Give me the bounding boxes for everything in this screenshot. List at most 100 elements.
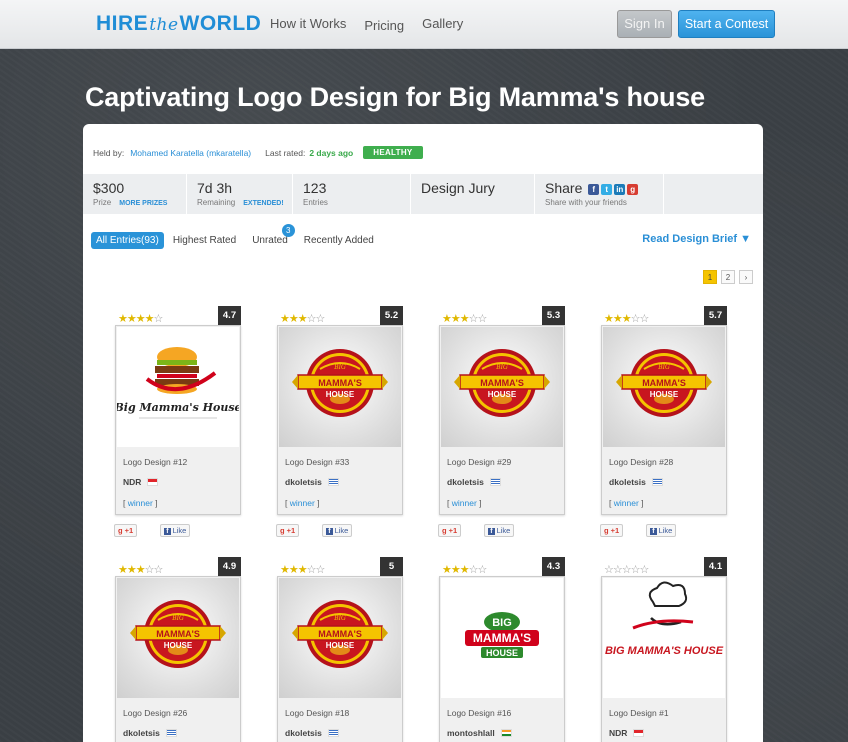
entry-title: Logo Design #12 bbox=[123, 457, 188, 467]
country-flag-icon bbox=[327, 478, 339, 486]
svg-text:HOUSE: HOUSE bbox=[486, 648, 518, 658]
linkedin-share-icon[interactable]: in bbox=[614, 183, 626, 195]
entry-info: Logo Design #26 dkoletsis bbox=[123, 708, 187, 738]
entry-title: Logo Design #18 bbox=[285, 708, 350, 718]
page-2-button[interactable]: 2 bbox=[721, 270, 735, 284]
country-flag-icon bbox=[500, 729, 512, 737]
facebook-like-button[interactable]: f Like bbox=[160, 524, 191, 537]
logo-thumbnail[interactable]: BIG MAMMA'S HOUSE bbox=[441, 578, 563, 698]
svg-text:HOUSE: HOUSE bbox=[164, 641, 193, 650]
stat-jury[interactable]: Design Jury bbox=[411, 174, 535, 214]
nav-pricing[interactable]: Pricing bbox=[364, 18, 404, 33]
facebook-share-icon[interactable]: f bbox=[588, 183, 600, 195]
read-design-brief-link[interactable]: Read Design Brief ▼ bbox=[642, 233, 751, 245]
contest-stats-bar: $300 Prize MORE PRIZES 7d 3h Remaining EXT… bbox=[83, 174, 763, 214]
winner-link[interactable]: [ winner ] bbox=[447, 498, 511, 508]
page-1-button[interactable]: 1 bbox=[703, 270, 717, 284]
svg-text:MAMMA'S: MAMMA'S bbox=[318, 629, 362, 639]
logo-thumbnail[interactable]: Big Mamma's House bbox=[113, 327, 242, 447]
entry-frame: BIG MAMMA'S HOUSE Logo Design #33 dkolet… bbox=[277, 325, 403, 515]
top-navigation-bar: HIREtheWORLD How it Works Pricing Galler… bbox=[0, 0, 848, 49]
remaining-value: 7d 3h bbox=[197, 180, 233, 196]
entry-frame: BIG MAMMA'S HOUSE Logo Design #16 montos… bbox=[439, 576, 565, 742]
score-badge: 4.9 bbox=[218, 557, 241, 576]
facebook-like-button[interactable]: f Like bbox=[646, 524, 677, 537]
rating-stars[interactable]: ★★★☆☆ bbox=[280, 312, 325, 325]
logo-thumbnail[interactable]: BIG MAMMA'S HOUSE bbox=[279, 327, 401, 447]
logo-thumbnail[interactable]: BIG MAMMA'S HOUSE bbox=[603, 578, 725, 698]
pagination: 1 2 › bbox=[703, 270, 753, 284]
score-badge: 5.3 bbox=[542, 306, 565, 325]
rating-stars[interactable]: ★★★☆☆ bbox=[442, 563, 487, 576]
logo-thumbnail[interactable]: BIG MAMMA'S HOUSE bbox=[603, 327, 725, 447]
svg-text:BIG: BIG bbox=[171, 615, 184, 622]
winner-link[interactable]: [ winner ] bbox=[285, 498, 349, 508]
main-nav: How it Works Pricing Gallery bbox=[270, 16, 481, 33]
rating-stars[interactable]: ★★★☆☆ bbox=[118, 563, 163, 576]
holder-link[interactable]: Mohamed Karatella (mkaratella) bbox=[130, 148, 251, 158]
logo-the-text: the bbox=[149, 15, 179, 35]
entry-author[interactable]: dkoletsis bbox=[123, 728, 160, 738]
country-flag-icon bbox=[489, 478, 501, 486]
entry-author[interactable]: dkoletsis bbox=[285, 477, 322, 487]
entry-frame: BIG MAMMA'S HOUSE Logo Design #1 NDR bbox=[601, 576, 727, 742]
page-title: Captivating Logo Design for Big Mamma's … bbox=[85, 82, 705, 112]
rating-stars[interactable]: ★★★☆☆ bbox=[442, 312, 487, 325]
logo-world-text: WORLD bbox=[179, 12, 262, 35]
stat-share: Share f t in g Share with your friends bbox=[535, 174, 664, 214]
rating-stars[interactable]: ★★★☆☆ bbox=[604, 312, 649, 325]
entry-author[interactable]: NDR bbox=[609, 728, 627, 738]
google-plus-share-icon[interactable]: g bbox=[627, 183, 639, 195]
entry-info: Logo Design #33 dkoletsis [ winner ] bbox=[285, 457, 349, 508]
svg-text:HOUSE: HOUSE bbox=[326, 390, 355, 399]
facebook-like-button[interactable]: f Like bbox=[322, 524, 353, 537]
entries-value: 123 bbox=[303, 180, 327, 196]
svg-text:HOUSE: HOUSE bbox=[650, 390, 679, 399]
more-prizes-link[interactable]: MORE PRIZES bbox=[119, 200, 167, 207]
entry-frame: BIG MAMMA'S HOUSE Logo Design #18 dkolet… bbox=[277, 576, 403, 742]
logo-thumbnail[interactable]: BIG MAMMA'S HOUSE bbox=[117, 578, 239, 698]
rating-stars[interactable]: ★★★★☆ bbox=[118, 312, 163, 325]
facebook-like-button[interactable]: f Like bbox=[484, 524, 515, 537]
tab-all-entries[interactable]: All Entries(93) bbox=[91, 232, 164, 249]
twitter-share-icon[interactable]: t bbox=[601, 183, 613, 195]
entry-info: Logo Design #18 dkoletsis bbox=[285, 708, 349, 738]
tab-highest-rated[interactable]: Highest Rated bbox=[173, 235, 236, 246]
contest-meta: Held by: Mohamed Karatella (mkaratella) … bbox=[93, 146, 423, 159]
next-page-button[interactable]: › bbox=[739, 270, 753, 284]
winner-link[interactable]: [ winner ] bbox=[609, 498, 673, 508]
entry-author[interactable]: dkoletsis bbox=[609, 477, 646, 487]
stat-entries: 123 Entries bbox=[293, 174, 411, 214]
start-contest-button[interactable]: Start a Contest bbox=[678, 10, 775, 38]
site-logo[interactable]: HIREtheWORLD bbox=[96, 12, 261, 36]
google-plus-one-button[interactable]: g +1 bbox=[600, 524, 624, 537]
rating-stars[interactable]: ★★★☆☆ bbox=[280, 563, 325, 576]
google-plus-one-button[interactable]: g +1 bbox=[114, 524, 138, 537]
logo-thumbnail[interactable]: BIG MAMMA'S HOUSE bbox=[441, 327, 563, 447]
entry-author[interactable]: dkoletsis bbox=[447, 477, 484, 487]
nav-gallery[interactable]: Gallery bbox=[422, 16, 463, 33]
entry-author[interactable]: NDR bbox=[123, 477, 141, 487]
entry-frame: BIG MAMMA'S HOUSE Logo Design #29 dkolet… bbox=[439, 325, 565, 515]
winner-link[interactable]: [ winner ] bbox=[123, 498, 187, 508]
nav-how-it-works[interactable]: How it Works bbox=[270, 16, 346, 33]
sign-in-button[interactable]: Sign In bbox=[617, 10, 672, 38]
tab-recently-added[interactable]: Recently Added bbox=[304, 235, 374, 246]
entry-title: Logo Design #1 bbox=[609, 708, 669, 718]
country-flag-icon bbox=[651, 478, 663, 486]
prize-label: Prize bbox=[93, 198, 112, 207]
entry-author[interactable]: dkoletsis bbox=[285, 728, 322, 738]
rating-stars[interactable]: ☆☆☆☆☆ bbox=[604, 563, 649, 576]
svg-text:HOUSE: HOUSE bbox=[326, 641, 355, 650]
svg-text:BIG: BIG bbox=[495, 364, 508, 371]
google-plus-one-button[interactable]: g +1 bbox=[438, 524, 462, 537]
entry-info: Logo Design #12 NDR [ winner ] bbox=[123, 457, 187, 508]
tab-unrated[interactable]: Unrated 3 bbox=[252, 224, 295, 246]
entry-author[interactable]: montoshlall bbox=[447, 728, 495, 738]
prize-value: $300 bbox=[93, 180, 125, 196]
logo-thumbnail[interactable]: BIG MAMMA'S HOUSE bbox=[279, 578, 401, 698]
country-flag-icon bbox=[327, 729, 339, 737]
google-plus-one-button[interactable]: g +1 bbox=[276, 524, 300, 537]
country-flag-icon bbox=[633, 729, 645, 737]
svg-text:BIG: BIG bbox=[333, 364, 346, 371]
